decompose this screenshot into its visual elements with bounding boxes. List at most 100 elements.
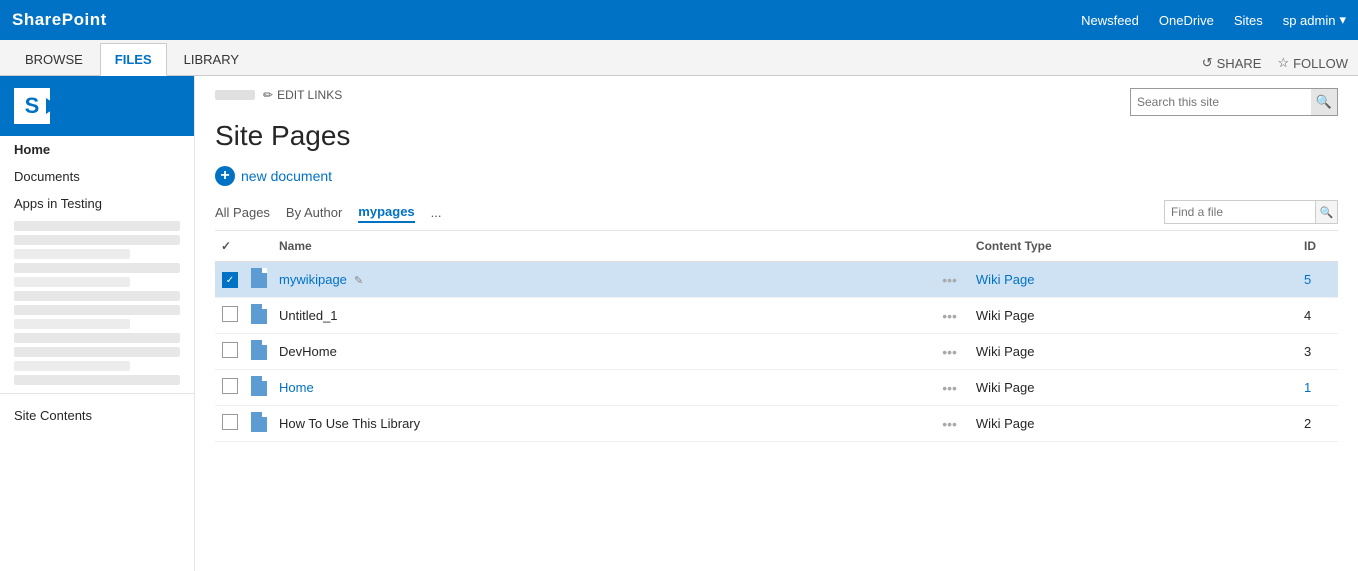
new-doc-plus-icon: + [215,166,235,186]
file-icon [251,268,267,288]
checkbox-unchecked-icon[interactable] [222,342,238,358]
sidebar-blurred-8 [14,319,130,329]
dots-menu-button[interactable]: ••• [935,305,964,327]
tab-files[interactable]: FILES [100,43,167,76]
table-header-row: ✓ Name Content Type ID [215,231,1338,262]
file-name-text[interactable]: Untitled_1 [279,308,338,323]
view-tabs: All Pages By Author mypages ... 🔍 [215,200,1338,231]
file-name-text[interactable]: DevHome [279,344,337,359]
star-icon: ☆ [1277,55,1289,71]
search-input[interactable] [1131,95,1311,109]
col-file-icon [245,231,273,262]
tab-all-pages[interactable]: All Pages [215,203,270,222]
col-content-type[interactable]: Content Type [970,231,1298,262]
file-name-cell[interactable]: Home [273,370,929,406]
row-checkbox[interactable] [215,370,245,406]
find-file-input[interactable] [1165,205,1315,219]
onedrive-link[interactable]: OneDrive [1159,13,1214,28]
row-actions-dots[interactable]: ••• [929,406,970,442]
file-icon [251,376,267,396]
dots-menu-button[interactable]: ••• [935,341,964,363]
follow-button[interactable]: ☆ FOLLOW [1277,55,1348,71]
file-name-cell[interactable]: How To Use This Library [273,406,929,442]
checkbox-unchecked-icon[interactable] [222,414,238,430]
tab-browse[interactable]: BROWSE [10,43,98,75]
checkbox-unchecked-icon[interactable] [222,378,238,394]
file-name-cell[interactable]: Untitled_1 [273,298,929,334]
row-actions-dots[interactable]: ••• [929,262,970,298]
page-title: Site Pages [215,120,1338,152]
sidebar-blurred-5 [14,277,130,287]
content-type-cell: Wiki Page [970,298,1298,334]
search-button[interactable]: 🔍 [1311,89,1337,115]
breadcrumb: ✏ EDIT LINKS [215,88,342,102]
file-icon-cell [245,406,273,442]
sidebar-blurred-2 [14,235,180,245]
file-name-text[interactable]: How To Use This Library [279,416,420,431]
share-button[interactable]: ↺ SHARE [1202,55,1262,71]
sidebar-blurred-4 [14,263,180,273]
col-id[interactable]: ID [1298,231,1338,262]
col-name[interactable]: Name [273,231,929,262]
table-row: DevHome ••• Wiki Page3 [215,334,1338,370]
file-name-cell[interactable]: mywikipage ✎ [273,262,929,298]
file-name-cell[interactable]: DevHome [273,334,929,370]
file-icon-cell [245,334,273,370]
sites-link[interactable]: Sites [1234,13,1263,28]
view-tabs-more[interactable]: ... [431,205,442,220]
pencil-icon: ✏ [263,88,273,102]
new-doc-label: new document [241,168,332,184]
new-document-button[interactable]: + new document [215,166,1338,186]
row-id-link[interactable]: 1 [1304,380,1311,395]
tab-mypages[interactable]: mypages [358,202,414,223]
sidebar-site-contents[interactable]: Site Contents [0,402,194,429]
share-icon: ↺ [1202,55,1213,71]
sidebar-blurred-3 [14,249,130,259]
sidebar: S Home Documents Apps in Testing Site Co… [0,76,195,571]
row-checkbox[interactable] [215,406,245,442]
user-menu[interactable]: sp admin ▾ [1283,12,1346,28]
row-id-cell: 5 [1298,262,1338,298]
row-checkbox[interactable] [215,298,245,334]
row-actions-dots[interactable]: ••• [929,370,970,406]
top-navigation: SharePoint Newsfeed OneDrive Sites sp ad… [0,0,1358,40]
row-id-cell: 3 [1298,334,1338,370]
checkbox-checked-icon[interactable]: ✓ [222,272,238,288]
brand-logo: SharePoint [12,10,107,30]
file-icon [251,340,267,360]
content-type-cell: Wiki Page [970,370,1298,406]
sidebar-item-documents[interactable]: Documents [0,163,194,190]
sidebar-item-home[interactable]: Home [0,136,194,163]
dots-menu-button[interactable]: ••• [935,413,964,435]
row-actions-dots[interactable]: ••• [929,334,970,370]
content-type-cell: Wiki Page [970,406,1298,442]
file-icon [251,412,267,432]
sidebar-blurred-10 [14,347,180,357]
newsfeed-link[interactable]: Newsfeed [1081,13,1139,28]
row-checkbox[interactable]: ✓ [215,262,245,298]
row-id-cell: 4 [1298,298,1338,334]
file-name-link[interactable]: mywikipage [279,272,347,287]
tab-library[interactable]: LIBRARY [169,43,254,75]
sidebar-divider [0,393,194,394]
content-header: ✏ EDIT LINKS 🔍 [215,76,1338,116]
search-box: 🔍 [1130,88,1338,116]
row-checkbox[interactable] [215,334,245,370]
table-row: Home ••• Wiki Page 1 [215,370,1338,406]
checkbox-unchecked-icon[interactable] [222,306,238,322]
find-file-search-icon[interactable]: 🔍 [1315,201,1337,223]
sidebar-blurred-12 [14,375,180,385]
row-actions-dots[interactable]: ••• [929,298,970,334]
sidebar-blurred-7 [14,305,180,315]
edit-pencil-icon: ✎ [351,275,363,287]
ribbon-actions: ↺ SHARE ☆ FOLLOW [1202,55,1348,75]
file-icon [251,304,267,324]
dots-menu-button[interactable]: ••• [935,269,964,291]
sidebar-item-apps-in-testing[interactable]: Apps in Testing [0,190,194,217]
sidebar-blurred-9 [14,333,180,343]
tab-by-author[interactable]: By Author [286,203,342,222]
content-type-cell: Wiki Page [970,334,1298,370]
file-name-link[interactable]: Home [279,380,314,395]
dots-menu-button[interactable]: ••• [935,377,964,399]
edit-links-button[interactable]: ✏ EDIT LINKS [263,88,342,102]
